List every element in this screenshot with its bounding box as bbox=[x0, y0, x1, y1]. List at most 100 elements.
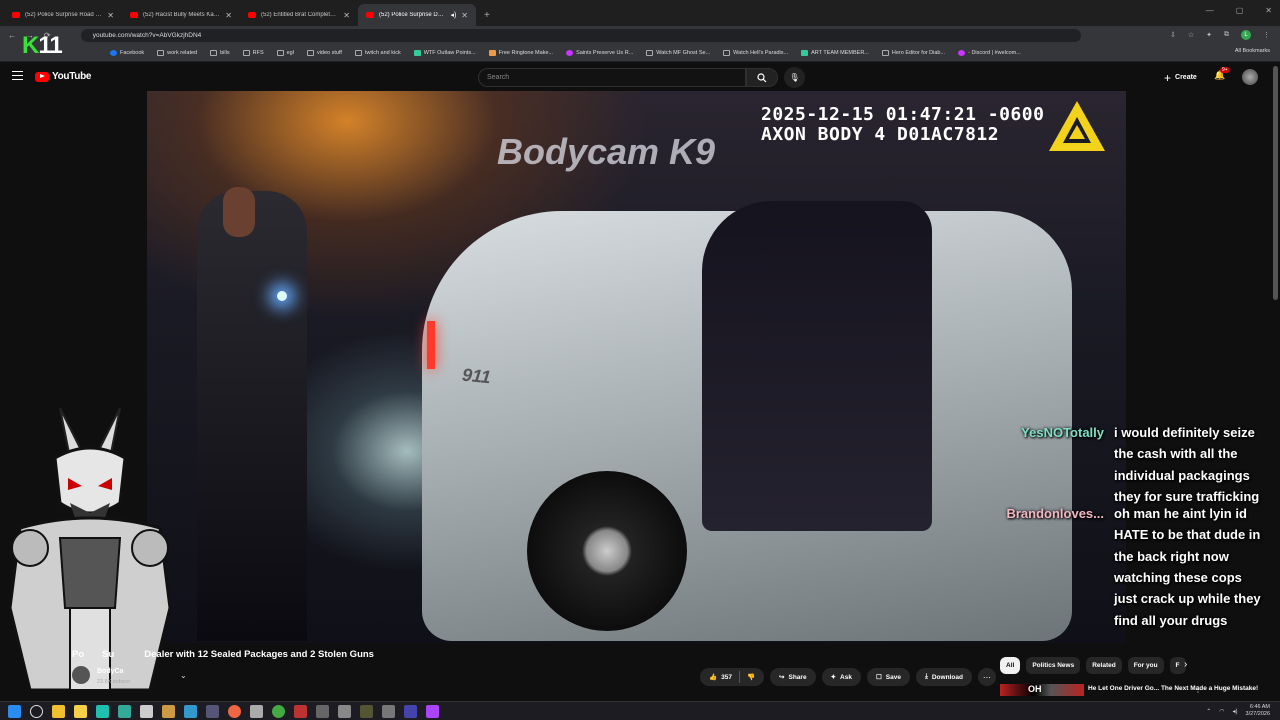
video-car-wheel bbox=[527, 471, 687, 631]
app-icon[interactable] bbox=[294, 705, 307, 718]
bookmark-wtf-outlaw[interactable]: WTF Outlaw Points... bbox=[413, 49, 476, 56]
chip-all[interactable]: All bbox=[1000, 657, 1021, 674]
app-icon[interactable] bbox=[316, 705, 329, 718]
bookmark-work-related[interactable]: work related bbox=[157, 49, 197, 56]
system-clock[interactable]: 6:46 AM 3/27/2026 bbox=[1246, 704, 1270, 718]
video-player[interactable]: 911 Bodycam K9 2025-12-15 01:47:21 -0600… bbox=[147, 91, 1126, 643]
chip-related[interactable]: Related bbox=[1086, 657, 1122, 674]
notifications-button[interactable]: 🔔 9+ bbox=[1214, 67, 1230, 81]
new-tab-button[interactable]: + bbox=[484, 10, 490, 21]
bookmark-facebook[interactable]: Facebook bbox=[110, 49, 144, 56]
app-icon[interactable] bbox=[118, 705, 131, 718]
recommended-video[interactable]: OH He Let One Driver Go... The Next Made… bbox=[1000, 683, 1280, 696]
download-button[interactable]: ⤓ Download bbox=[915, 668, 972, 686]
avatar[interactable] bbox=[1242, 69, 1258, 85]
all-bookmarks-button[interactable]: All Bookmarks bbox=[1235, 48, 1270, 54]
recommended-thumbnail[interactable]: OH bbox=[1000, 684, 1084, 696]
chrome-icon[interactable] bbox=[272, 705, 285, 718]
search-button[interactable] bbox=[746, 68, 778, 87]
ask-button[interactable]: ✦ Ask bbox=[821, 668, 861, 686]
more-dots-icon[interactable]: ⋮ bbox=[1194, 685, 1202, 694]
maximize-icon[interactable]: ▢ bbox=[1236, 6, 1244, 15]
like-dislike-button[interactable]: 👍 357 👎 bbox=[700, 668, 765, 686]
bookmark-hells-paradise[interactable]: Watch Hell's Paradis... bbox=[723, 49, 788, 56]
bookmark-ringtone[interactable]: Free Ringtone Make... bbox=[488, 49, 553, 56]
youtube-logo[interactable]: YouTube bbox=[35, 71, 92, 82]
bookmark-hero-editor[interactable]: Hero Editor for Diab... bbox=[881, 49, 945, 56]
app-icon[interactable] bbox=[206, 705, 219, 718]
browser-tab-1[interactable]: (52) Police Surprise Road Rage ✕ bbox=[4, 4, 122, 26]
bookmark-twitch-kick[interactable]: twitch and kick bbox=[354, 49, 401, 56]
voice-search-button[interactable]: 🎙 bbox=[784, 67, 805, 88]
bookmark-saints[interactable]: Saints Preserve Us R... bbox=[566, 49, 633, 56]
close-tab-icon[interactable]: ✕ bbox=[461, 11, 468, 20]
app-icon[interactable] bbox=[140, 705, 153, 718]
bookmark-mf-ghost[interactable]: Watch MF Ghost Se... bbox=[646, 49, 710, 56]
more-actions-button[interactable]: ⋯ bbox=[977, 668, 996, 686]
url-field[interactable]: youtube.com/watch?v=AbVGkzjhDN4 bbox=[80, 28, 1081, 42]
app-icon[interactable] bbox=[162, 705, 175, 718]
save-button[interactable]: ☐ Save bbox=[866, 668, 910, 686]
extension-icon[interactable]: ✦ bbox=[1206, 31, 1212, 39]
sparkle-icon: ✦ bbox=[830, 674, 837, 681]
system-tray: ⌃ ◠ ◂) 6:46 AM 3/27/2026 bbox=[1206, 704, 1270, 718]
browser-tab-2[interactable]: (52) Racist Bully Meets Karma ✕ bbox=[122, 4, 240, 26]
profile-avatar[interactable]: L bbox=[1241, 30, 1251, 40]
bookmark-rfs[interactable]: RFS bbox=[242, 49, 264, 56]
chip-politics-news[interactable]: Politics News bbox=[1026, 657, 1081, 674]
share-button[interactable]: ↪ Share bbox=[770, 668, 816, 686]
os-taskbar: ⌃ ◠ ◂) 6:46 AM 3/27/2026 bbox=[0, 701, 1280, 720]
bookmark-video-stuff[interactable]: video stuff bbox=[306, 49, 342, 56]
back-icon[interactable]: ← bbox=[8, 31, 16, 40]
chip-for-you[interactable]: For you bbox=[1127, 657, 1164, 674]
close-tab-icon[interactable]: ✕ bbox=[343, 11, 350, 20]
close-tab-icon[interactable]: ✕ bbox=[225, 11, 232, 20]
wifi-icon[interactable]: ◠ bbox=[1219, 708, 1224, 715]
menu-dots-icon[interactable]: ⋮ bbox=[1263, 31, 1270, 39]
audio-playing-icon[interactable]: ◂) bbox=[450, 11, 456, 19]
app-icon[interactable] bbox=[360, 705, 373, 718]
thumbs-up-icon[interactable]: 👍 bbox=[709, 673, 717, 681]
app-icon[interactable] bbox=[96, 705, 109, 718]
search-input[interactable]: Search bbox=[478, 68, 746, 87]
bookmark-discord[interactable]: - Discord | #welcom... bbox=[958, 49, 1021, 56]
folder-icon bbox=[210, 49, 218, 56]
create-button[interactable]: + Create bbox=[1158, 69, 1203, 86]
bookmark-art-team[interactable]: ART TEAM MEMBER... bbox=[801, 49, 869, 56]
close-tab-icon[interactable]: ✕ bbox=[107, 11, 114, 20]
app-icon[interactable] bbox=[404, 705, 417, 718]
bookmark-bills[interactable]: bills bbox=[210, 49, 230, 56]
bookmark-egl[interactable]: egl bbox=[276, 49, 294, 56]
bookmark-star-icon[interactable]: ☆ bbox=[1188, 31, 1194, 39]
channel-name[interactable]: BodyCa bbox=[97, 668, 123, 675]
file-explorer-icon[interactable] bbox=[52, 705, 65, 718]
speaker-icon[interactable]: ◂) bbox=[1233, 708, 1238, 715]
settings-icon[interactable] bbox=[382, 705, 395, 718]
app-icon[interactable] bbox=[426, 705, 439, 718]
page-scrollbar[interactable] bbox=[1273, 66, 1278, 300]
menu-icon[interactable] bbox=[12, 71, 23, 80]
video-officer-head bbox=[223, 187, 255, 237]
chevron-right-icon[interactable]: › bbox=[1184, 659, 1187, 670]
chat-message: Brandonloves... oh man he aint lyin id H… bbox=[1000, 503, 1280, 631]
puzzle-icon[interactable]: ⧉ bbox=[1224, 31, 1229, 39]
axon-logo-icon bbox=[1049, 101, 1105, 151]
chevron-up-icon[interactable]: ⌃ bbox=[1206, 708, 1211, 715]
channel-avatar[interactable] bbox=[72, 666, 90, 684]
chevron-down-icon[interactable]: ⌄ bbox=[180, 671, 187, 680]
install-icon[interactable]: ⇩ bbox=[1170, 31, 1176, 39]
thumbs-down-icon[interactable]: 👎 bbox=[747, 673, 755, 681]
browser-tab-3[interactable]: (52) Entitled Brat Completely L ✕ bbox=[240, 4, 358, 26]
app-icon[interactable] bbox=[338, 705, 351, 718]
search-icon[interactable] bbox=[30, 705, 43, 718]
bookmark-icon: ☐ bbox=[875, 674, 882, 681]
close-window-icon[interactable]: ✕ bbox=[1265, 6, 1272, 15]
windows-start-icon[interactable] bbox=[8, 705, 21, 718]
recommended-title[interactable]: He Let One Driver Go... The Next Made a … bbox=[1088, 685, 1258, 693]
app-icon[interactable] bbox=[250, 705, 263, 718]
folder-icon[interactable] bbox=[74, 705, 87, 718]
app-icon[interactable] bbox=[184, 705, 197, 718]
firefox-icon[interactable] bbox=[228, 705, 241, 718]
minimize-icon[interactable]: — bbox=[1206, 6, 1214, 15]
browser-tab-active[interactable]: (52) Police Surprise Drug D ◂) ✕ bbox=[358, 4, 476, 26]
